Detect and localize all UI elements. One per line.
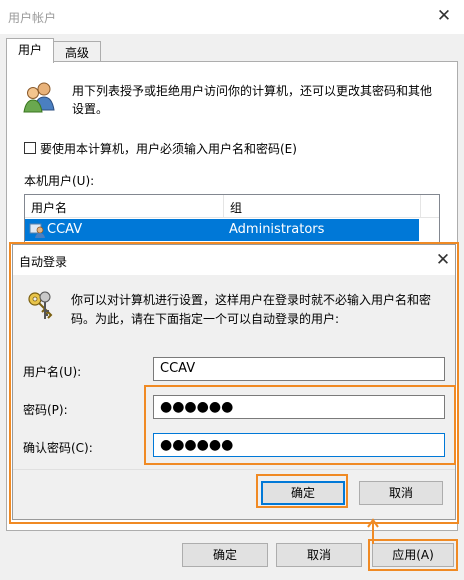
- main-description-line-1: 用下列表授予或拒绝用户访问你的计算机，还可以更改其密码和其他: [72, 84, 433, 98]
- row-group: Administrators: [229, 222, 325, 237]
- tab-advanced[interactable]: 高级: [53, 41, 101, 63]
- column-separator[interactable]: [223, 195, 224, 217]
- dialog-description: 你可以对计算机进行设置，这样用户在登录时就不必输入用户名和密 码。为此，请在下面…: [71, 291, 447, 329]
- require-password-checkbox[interactable]: [24, 142, 36, 154]
- cancel-button[interactable]: 取消: [276, 543, 362, 567]
- require-password-label[interactable]: 要使用本计算机，用户必须输入用户名和密码(E): [40, 140, 297, 157]
- divider: [13, 469, 455, 470]
- dialog-title: 自动登录: [19, 255, 68, 269]
- user-icon: [29, 223, 45, 238]
- row-username: CCAV: [47, 222, 83, 237]
- dialog-close-icon[interactable]: ✕: [433, 250, 453, 270]
- username-field[interactable]: CCAV: [153, 357, 445, 381]
- tab-users[interactable]: 用户: [6, 38, 54, 63]
- list-header: 用户名 组: [25, 195, 439, 218]
- dialog-description-line-2: 码。为此，请在下面指定一个可以自动登录的用户:: [71, 312, 340, 326]
- table-row[interactable]: CCAV Administrators: [25, 219, 419, 241]
- main-description: 用下列表授予或拒绝用户访问你的计算机，还可以更改其密码和其他 设置。: [72, 82, 452, 118]
- column-group[interactable]: 组: [230, 199, 242, 216]
- users-icon: [23, 82, 55, 113]
- window-title: 用户帐户: [8, 11, 57, 25]
- dialog-title-bar: [13, 245, 455, 275]
- close-icon[interactable]: ✕: [434, 6, 454, 26]
- dialog-cancel-button[interactable]: 取消: [359, 481, 443, 505]
- column-separator[interactable]: [420, 195, 421, 217]
- main-description-line-2: 设置。: [72, 102, 109, 116]
- title-bar: [0, 0, 464, 34]
- auto-logon-dialog: 自动登录 ✕ 你可以对计算机进行设置，这样用户在登录时就不必输入用户名和密 码。…: [12, 244, 456, 520]
- password-label: 密码(P):: [23, 403, 68, 417]
- password-field[interactable]: ●●●●●●: [153, 395, 445, 419]
- confirm-password-field[interactable]: ●●●●●●: [153, 433, 445, 457]
- keys-icon: [28, 291, 53, 319]
- username-label: 用户名(U):: [23, 365, 82, 379]
- local-users-label: 本机用户(U):: [24, 174, 95, 188]
- confirm-password-label: 确认密码(C):: [23, 441, 93, 455]
- column-username[interactable]: 用户名: [31, 199, 67, 216]
- dialog-description-line-1: 你可以对计算机进行设置，这样用户在登录时就不必输入用户名和密: [71, 293, 432, 307]
- ok-button[interactable]: 确定: [182, 543, 268, 567]
- apply-button[interactable]: 应用(A): [372, 543, 454, 567]
- dialog-ok-button[interactable]: 确定: [261, 481, 345, 505]
- arrow-up-icon: [367, 518, 379, 544]
